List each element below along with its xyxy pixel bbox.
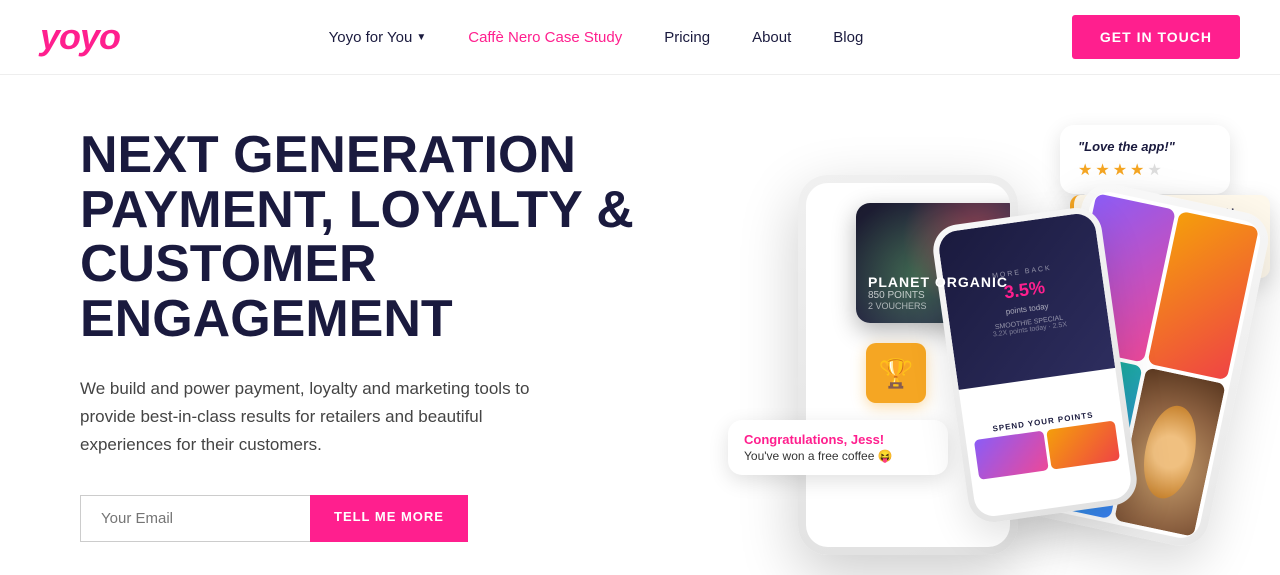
congratulations-bubble: Congratulations, Jess! You've won a free…	[728, 420, 948, 475]
star-3: ★	[1113, 160, 1127, 180]
congrats-name: Congratulations, Jess!	[744, 432, 932, 447]
love-bubble-text: "Love the app!"	[1078, 139, 1212, 154]
trophy-icon: 🏆	[879, 357, 914, 390]
phone-screen-middle: MORE BACK 3.5% points today SMOOTHIE SPE…	[937, 211, 1134, 518]
nav-item-blog[interactable]: Blog	[817, 21, 879, 54]
nav-link-yoyo-for-you[interactable]: Yoyo for You ▼	[313, 21, 443, 54]
hero-title: NEXT GENERATION PAYMENT, LOYALTY & CUSTO…	[80, 128, 678, 346]
star-1: ★	[1078, 160, 1092, 180]
cashback-desc: points today	[1005, 301, 1049, 316]
planet-vouchers: 2 VOUCHERS	[868, 301, 1010, 311]
chevron-down-icon: ▼	[416, 32, 426, 43]
nav-link-pricing[interactable]: Pricing	[648, 21, 726, 54]
hero-content: NEXT GENERATION PAYMENT, LOYALTY & CUSTO…	[80, 128, 718, 542]
hero-form: TELL ME MORE	[80, 495, 678, 542]
nav-item-pricing[interactable]: Pricing	[648, 21, 726, 54]
logo[interactable]: yoyo	[40, 16, 120, 58]
tell-me-more-button[interactable]: TELL ME MORE	[310, 495, 468, 542]
star-5: ★	[1147, 160, 1161, 180]
nav-links: Yoyo for You ▼ Caffè Nero Case Study Pri…	[313, 21, 880, 54]
hero-subtitle: We build and power payment, loyalty and …	[80, 375, 570, 459]
star-4: ★	[1130, 160, 1144, 180]
star-2: ★	[1095, 160, 1109, 180]
nav-link-caffe-nero[interactable]: Caffè Nero Case Study	[452, 21, 638, 54]
hero-section: NEXT GENERATION PAYMENT, LOYALTY & CUSTO…	[0, 75, 1280, 575]
nav-item-caffe-nero[interactable]: Caffè Nero Case Study	[452, 21, 638, 54]
star-rating: ★ ★ ★ ★ ★	[1078, 160, 1212, 180]
nav-item-yoyo-for-you[interactable]: Yoyo for You ▼	[313, 21, 443, 54]
latte-art	[1136, 401, 1203, 503]
points-img-1	[974, 430, 1048, 479]
get-in-touch-button[interactable]: GET IN TOUCH	[1072, 15, 1240, 59]
app-mockup: "Love the app!" ★ ★ ★ ★ ★ 🏆 SMOOTHIE SPE…	[718, 115, 1240, 555]
nav-item-about[interactable]: About	[736, 21, 807, 54]
congrats-text: You've won a free coffee 😝	[744, 449, 932, 463]
trophy-badge: 🏆	[866, 343, 926, 403]
planet-organic-name: PLANET ORGANIC	[868, 274, 1010, 290]
points-img-2	[1046, 420, 1120, 469]
love-the-app-bubble: "Love the app!" ★ ★ ★ ★ ★	[1060, 125, 1230, 194]
navbar: yoyo Yoyo for You ▼ Caffè Nero Case Stud…	[0, 0, 1280, 75]
spend-points-section: SPEND YOUR POINTS	[959, 368, 1133, 518]
nav-link-about[interactable]: About	[736, 21, 807, 54]
nav-link-blog[interactable]: Blog	[817, 21, 879, 54]
planet-points: 850 POINTS	[868, 290, 1010, 301]
email-input[interactable]	[80, 495, 310, 542]
